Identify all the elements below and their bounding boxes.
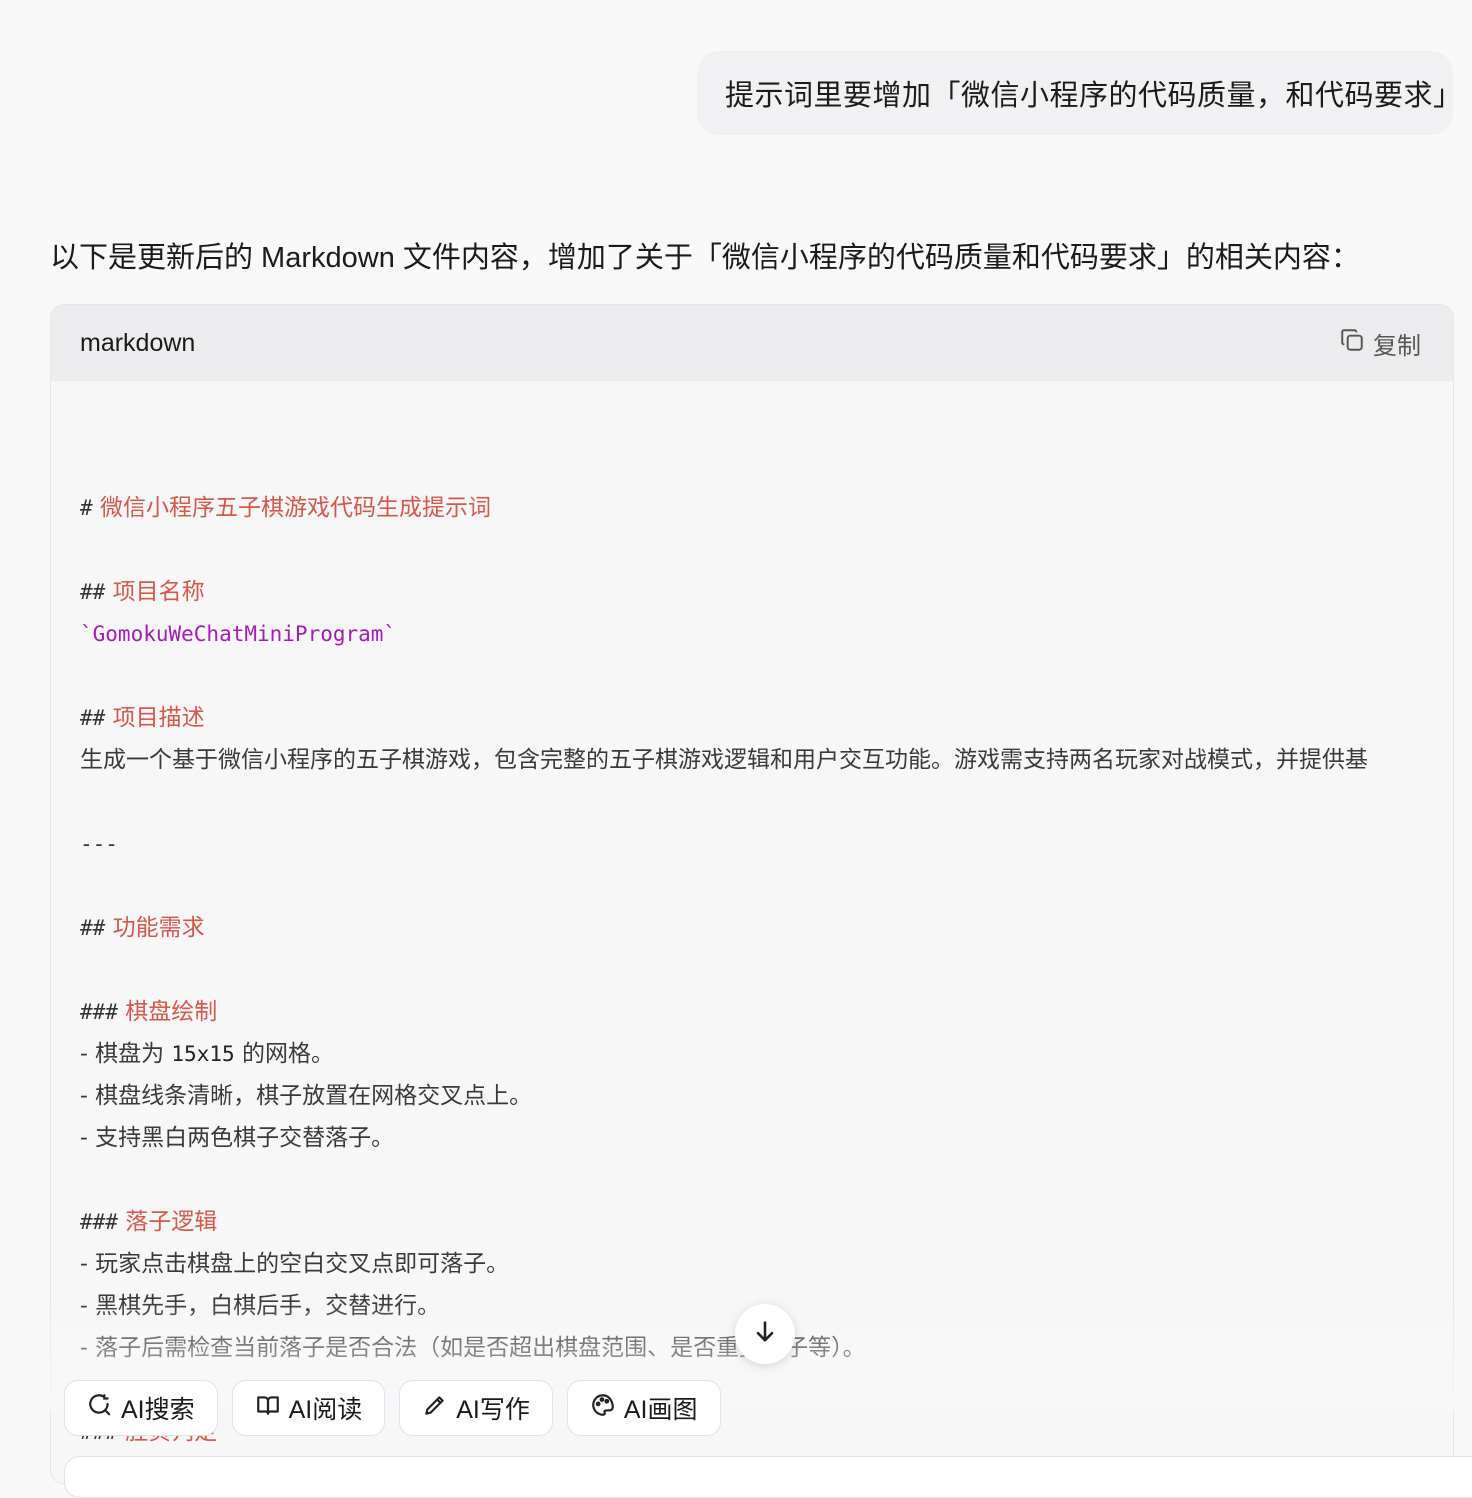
heading-marker: ##: [80, 580, 106, 604]
ai-read-label: AI阅读: [288, 1396, 363, 1424]
user-message-text: 提示词里要增加「微信小程序的代码质量，和代码要求」: [725, 80, 1463, 112]
heading-marker: ###: [80, 1000, 118, 1024]
horizontal-rule: ---: [80, 832, 118, 856]
palette-icon: [590, 1392, 616, 1425]
ai-write-label: AI写作: [456, 1396, 530, 1424]
ai-read-button[interactable]: AI阅读: [231, 1380, 386, 1436]
pen-icon: [422, 1392, 448, 1425]
list-item-text: 的网格。: [241, 1041, 334, 1067]
list-item-text: - 玩家点击棋盘上的空白交叉点即可落子。: [80, 1251, 510, 1277]
ai-write-button[interactable]: AI写作: [399, 1380, 553, 1436]
list-item-text: - 黑棋先手，白棋后手，交替进行。: [80, 1293, 441, 1319]
code-line: ---: [80, 823, 118, 865]
ai-draw-button[interactable]: AI画图: [566, 1380, 721, 1436]
code-line: - 棋盘线条清晰，棋子放置在网格交叉点上。: [80, 1075, 532, 1117]
heading-text: 落子逻辑: [125, 1209, 218, 1235]
ai-draw-label: AI画图: [623, 1396, 698, 1424]
inline-code: `GomokuWeChatMiniProgram`: [80, 622, 397, 646]
heading-marker: ##: [80, 916, 106, 940]
code-line: 生成一个基于微信小程序的五子棋游戏，包含完整的五子棋游戏逻辑和用户交互功能。游戏…: [80, 739, 1368, 781]
list-item-text: - 支持黑白两色棋子交替落子。: [80, 1125, 395, 1151]
search-refresh-icon: [87, 1392, 113, 1425]
code-line: - 黑棋先手，白棋后手，交替进行。: [80, 1285, 440, 1327]
code-block-header: markdown 复制: [51, 305, 1453, 381]
copy-icon: [1339, 327, 1365, 360]
list-item-text: - 棋盘线条清晰，棋子放置在网格交叉点上。: [80, 1083, 533, 1109]
ai-search-label: AI搜索: [121, 1396, 195, 1424]
chat-input-box[interactable]: [64, 1456, 1472, 1498]
code-line: ### 棋盘绘制: [80, 991, 217, 1033]
scroll-to-bottom-button[interactable]: [735, 1304, 795, 1364]
copy-label: 复制: [1373, 332, 1421, 360]
paragraph-text: 生成一个基于微信小程序的五子棋游戏，包含完整的五子棋游戏逻辑和用户交互功能。游戏…: [80, 747, 1368, 773]
ai-search-button[interactable]: AI搜索: [64, 1380, 218, 1436]
code-line: - 玩家点击棋盘上的空白交叉点即可落子。: [80, 1243, 509, 1285]
heading-text: 项目描述: [112, 705, 205, 731]
code-line: - 棋盘为 15x15 的网格。: [80, 1033, 334, 1075]
code-line: ## 项目名称: [80, 571, 205, 613]
code-line: # 微信小程序五子棋游戏代码生成提示词: [80, 487, 491, 529]
arrow-down-icon: [751, 1318, 779, 1351]
code-line: ## 项目描述: [80, 697, 205, 739]
copy-button[interactable]: 复制: [1339, 326, 1421, 361]
book-icon: [255, 1392, 281, 1425]
code-line: ### 落子逻辑: [80, 1201, 217, 1243]
list-item-text: - 棋盘为: [80, 1041, 165, 1067]
heading-text: 棋盘绘制: [125, 999, 218, 1025]
code-line: - 支持黑白两色棋子交替落子。: [80, 1117, 394, 1159]
heading-marker: #: [80, 496, 93, 520]
assistant-intro-text: 以下是更新后的 Markdown 文件内容，增加了关于「微信小程序的代码质量和代…: [50, 242, 1360, 274]
heading-text: 微信小程序五子棋游戏代码生成提示词: [99, 495, 491, 521]
ai-tools-toolbar: AI搜索 AI阅读 AI写作 AI画图: [64, 1380, 721, 1436]
code-line: ## 功能需求: [80, 907, 205, 949]
user-message-bubble: 提示词里要增加「微信小程序的代码质量，和代码要求」: [697, 51, 1463, 135]
inline-number: 15x15: [171, 1042, 235, 1066]
code-line: `GomokuWeChatMiniProgram`: [80, 613, 396, 655]
heading-marker: ###: [80, 1210, 118, 1234]
heading-text: 项目名称: [112, 579, 205, 605]
heading-marker: ##: [80, 706, 106, 730]
heading-text: 功能需求: [112, 915, 205, 941]
code-language-label: markdown: [80, 328, 196, 357]
